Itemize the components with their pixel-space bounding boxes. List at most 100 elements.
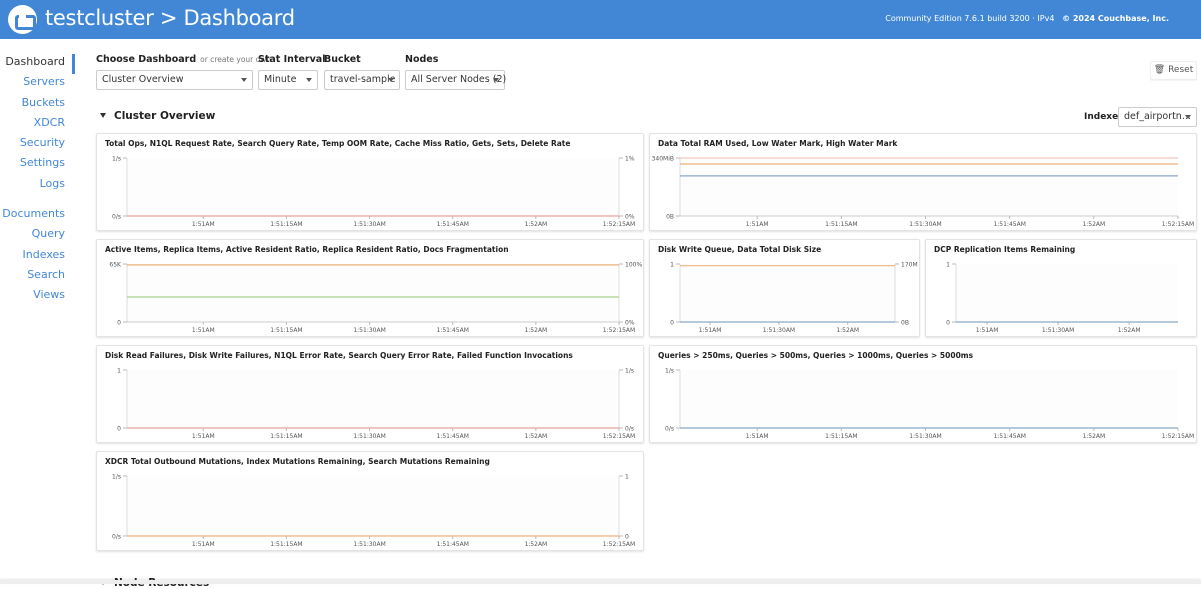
sidebar-item-logs[interactable]: Logs [0, 176, 75, 196]
x-tick-label: 1:51:30AM [353, 433, 385, 440]
y-tick-label-left: 0 [670, 320, 674, 327]
x-tick-label: 1:51:30AM [909, 433, 941, 440]
chart-card-ops: Total Ops, N1QL Request Rate, Search Que… [96, 133, 644, 231]
sidebar-item-servers[interactable]: Servers [0, 74, 75, 94]
nodes-select-value: All Server Nodes (2) [411, 74, 507, 85]
chart-svg: 0/s 1/s 0 1 1:51AM 1:51:15AM 1:51:30AM 1:51:45A… [112, 474, 635, 549]
x-tick-label: 1:52AM [524, 541, 547, 548]
y-tick-label-left: 1 [946, 262, 950, 269]
horizontal-scrollbar[interactable] [0, 580, 1201, 584]
y-tick-label-right: 0 [625, 534, 629, 541]
y-tick-label-left: 0/s [665, 426, 674, 433]
x-tick-label: 1:51:45AM [436, 541, 468, 548]
dashboard-select[interactable]: Cluster Overview [96, 70, 253, 90]
x-tick-label: 1:52:15AM [603, 327, 635, 334]
chart-card-disk-write: Disk Write Queue, Data Total Disk Size 0… [649, 239, 920, 337]
sidebar-item-xdcr[interactable]: XDCR [0, 115, 75, 135]
plot-area [680, 158, 1178, 216]
chart-svg: 0 65K 0% 100% 1:51AM 1:51:15AM 1:51:30AM 1:51:4… [109, 262, 642, 335]
x-tick-label: 1:51AM [192, 221, 215, 228]
nav-divider [0, 196, 75, 206]
y-tick-label-right: 1 [625, 474, 629, 481]
choose-dashboard-label: Choose Dashboard [96, 54, 197, 65]
plot-area [956, 264, 1178, 322]
y-tick-label-right: 0% [625, 320, 635, 327]
sidebar-item-query[interactable]: Query [0, 226, 75, 246]
chart-svg: 0 1 1:51AM 1:51:30AM 1:52AM [946, 262, 1178, 334]
chevron-down-icon [493, 78, 499, 82]
y-tick-label-right: 1/s [625, 368, 634, 375]
copyright-text: © 2024 Couchbase, Inc. [1062, 14, 1169, 23]
sidebar-item-search[interactable]: Search [0, 267, 75, 287]
x-tick-label: 1:51:30AM [763, 327, 795, 334]
x-tick-label: 1:51AM [192, 433, 215, 440]
chart-svg: 0/s 1/s 1:51AM 1:51:15AM 1:51:30AM 1:51:45AM 1… [665, 368, 1194, 441]
couchbase-logo-icon[interactable] [8, 5, 37, 34]
x-tick-label: 1:52AM [524, 433, 547, 440]
cluster-overview-toggle[interactable]: Cluster Overview [100, 110, 215, 122]
x-tick-label: 1:51:15AM [270, 433, 302, 440]
nodes-select[interactable]: All Server Nodes (2) [405, 70, 507, 90]
x-tick-label: 1:51:30AM [353, 541, 385, 548]
chart-svg: 0 1 0/s 1/s 1:51AM 1:51:15AM 1:51:30AM 1:51:45A… [117, 368, 635, 441]
x-tick-label: 1:52:15AM [603, 221, 635, 228]
bucket-select-value: travel-sample [330, 74, 396, 85]
stat-interval-label: Stat Interval [258, 54, 326, 65]
x-tick-label: 1:52AM [524, 221, 547, 228]
x-tick-label: 1:52AM [1082, 433, 1105, 440]
bucket-label: Bucket [324, 54, 361, 65]
edition-info: Community Edition 7.6.1 build 3200 · IPv… [885, 14, 1169, 23]
choose-dashboard-group: Choose Dashboard or create your own [96, 54, 271, 65]
x-tick-label: 1:51:45AM [436, 433, 468, 440]
sidebar-item-settings[interactable]: Settings [0, 155, 75, 175]
x-tick-label: 1:51AM [699, 327, 722, 334]
sidebar-item-dashboard[interactable]: Dashboard [0, 54, 75, 75]
indexes-select[interactable]: def_airportn... [1118, 107, 1197, 127]
sidebar-item-indexes[interactable]: Indexes [0, 247, 75, 267]
x-tick-label: 1:51:15AM [270, 541, 302, 548]
chart-card-ram: Data Total RAM Used, Low Water Mark, Hig… [649, 133, 1197, 231]
y-tick-label-left: 0/s [112, 214, 121, 221]
chart-svg: 0/s 1/s 0% 1% 1:51AM 1:51:15AM 1:51:30AM 1:51:4… [112, 156, 635, 229]
y-tick-label-left: 0/s [112, 534, 121, 541]
trash-icon: 🗑 [1153, 65, 1166, 75]
y-tick-label-left: 0 [946, 320, 950, 327]
bucket-select[interactable]: travel-sample [324, 70, 400, 90]
x-tick-label: 1:52:15AM [1162, 221, 1194, 228]
x-tick-label: 1:51:45AM [993, 221, 1025, 228]
y-tick-label-left: 65K [109, 262, 122, 269]
y-tick-label-left: 0B [666, 214, 674, 221]
chart-svg: 0B 340MiB 1:51AM 1:51:15AM 1:51:30AM 1:51:45A… [652, 156, 1195, 229]
x-tick-label: 1:51:30AM [909, 221, 941, 228]
y-tick-label-right: 1% [625, 156, 635, 163]
chart-card-items: Active Items, Replica Items, Active Resi… [96, 239, 644, 337]
x-tick-label: 1:52:15AM [603, 541, 635, 548]
x-tick-label: 1:51AM [746, 221, 769, 228]
chevron-down-icon [241, 78, 247, 82]
sidebar-item-views[interactable]: Views [0, 287, 75, 307]
y-tick-label-left: 1/s [112, 474, 121, 481]
x-tick-label: 1:51:45AM [436, 327, 468, 334]
y-tick-label-right: 170M [901, 262, 918, 269]
x-tick-label: 1:52AM [1082, 221, 1105, 228]
reset-button[interactable]: 🗑 Reset [1150, 61, 1197, 80]
y-tick-label-left: 1 [117, 368, 121, 375]
y-tick-label-right: 0/s [625, 426, 634, 433]
sidebar-item-documents[interactable]: Documents [0, 206, 75, 226]
x-tick-label: 1:51:15AM [270, 327, 302, 334]
sidebar-item-security[interactable]: Security [0, 135, 75, 155]
x-tick-label: 1:51AM [976, 327, 999, 334]
y-tick-label-right: 100% [625, 262, 642, 269]
chevron-down-icon [388, 78, 394, 82]
stat-interval-value: Minute [264, 74, 297, 85]
sidebar-item-buckets[interactable]: Buckets [0, 95, 75, 115]
x-tick-label: 1:51AM [192, 541, 215, 548]
stat-interval-select[interactable]: Minute [258, 70, 318, 90]
x-tick-label: 1:51AM [192, 327, 215, 334]
page-title: testcluster > Dashboard [45, 6, 295, 30]
plot-area [127, 158, 619, 216]
x-tick-label: 1:52AM [1118, 327, 1141, 334]
plot-area [127, 476, 619, 536]
y-tick-label-left: 340MiB [652, 156, 674, 163]
x-tick-label: 1:51:30AM [353, 327, 385, 334]
